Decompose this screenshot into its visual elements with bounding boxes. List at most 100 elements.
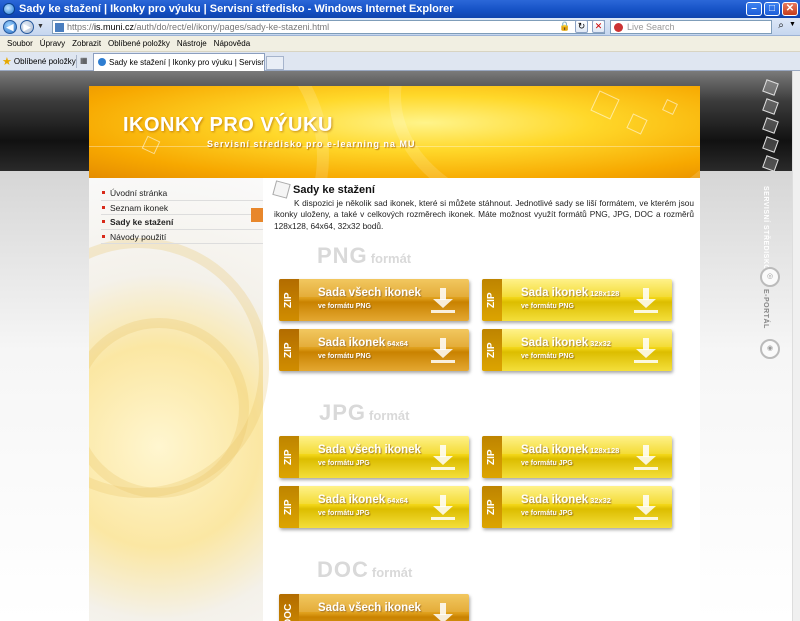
side-link-servisni-stredisko[interactable]: SERVISNÍ STŘEDISKO bbox=[762, 186, 769, 270]
doc-label: DOC bbox=[279, 594, 299, 621]
history-dropdown-icon[interactable]: ▼ bbox=[37, 23, 44, 30]
button-title: Sada všech ikonek bbox=[318, 444, 421, 456]
sidebar-item-navody-pouziti[interactable]: Návody použití bbox=[101, 230, 263, 244]
side-link-eportal[interactable]: E-PORTÁL bbox=[762, 289, 769, 329]
stop-icon[interactable]: ✕ bbox=[592, 20, 605, 33]
zip-label: ZIP bbox=[482, 436, 502, 478]
minimize-button[interactable]: – bbox=[746, 2, 762, 16]
maximize-button[interactable]: □ bbox=[764, 2, 780, 16]
zip-label: ZIP bbox=[279, 436, 299, 478]
button-subtitle: ve formátu JPG bbox=[521, 510, 573, 517]
download-arrow-icon bbox=[632, 338, 660, 364]
download-button-png-64[interactable]: ZIP Sada ikonek 64x64 ve formátu PNG bbox=[279, 329, 469, 371]
zip-label: ZIP bbox=[279, 329, 299, 371]
sidebar-item-seznam-ikonek[interactable]: Seznam ikonek bbox=[101, 201, 263, 215]
favorites-button[interactable]: ★ Oblíbené položky bbox=[2, 55, 76, 68]
new-tab-button[interactable] bbox=[266, 56, 284, 70]
sidebar-nav: Úvodní stránka Seznam ikonek Sady ke sta… bbox=[101, 186, 263, 244]
close-button[interactable]: ✕ bbox=[782, 2, 798, 16]
lock-icon[interactable]: 🔒 bbox=[559, 21, 570, 32]
cube-icon bbox=[761, 155, 779, 172]
button-subtitle: ve formátu PNG bbox=[521, 303, 574, 310]
menu-favorites[interactable]: Oblíbené položky bbox=[108, 39, 170, 48]
download-arrow-icon bbox=[429, 603, 457, 621]
search-input[interactable]: Live Search bbox=[610, 20, 772, 34]
back-arrow-icon[interactable]: ◀ bbox=[3, 19, 17, 34]
download-arrow-icon bbox=[429, 445, 457, 471]
ie-logo-icon bbox=[3, 3, 15, 15]
button-title: Sada ikonek 32x32 bbox=[521, 337, 611, 349]
cube-icon bbox=[761, 79, 779, 96]
menu-file[interactable]: Soubor bbox=[7, 39, 33, 48]
format-heading-doc: DOC formát bbox=[317, 557, 413, 582]
button-subtitle: ve formátu JPG bbox=[318, 510, 370, 517]
download-button-jpg-32[interactable]: ZIP Sada ikonek 32x32 ve formátu JPG bbox=[482, 486, 672, 528]
window-titlebar: Sady ke stažení | Ikonky pro výuku | Ser… bbox=[0, 0, 800, 18]
menu-help[interactable]: Nápověda bbox=[214, 39, 250, 48]
page-title: Sady ke stažení bbox=[293, 183, 375, 196]
download-button-png-128[interactable]: ZIP Sada ikonek 128x128 ve formátu PNG bbox=[482, 279, 672, 321]
page-scrollbar[interactable] bbox=[792, 71, 800, 621]
tab-page-icon bbox=[98, 58, 106, 66]
sidebar-item-sady-ke-stazeni[interactable]: Sady ke stažení bbox=[101, 215, 263, 230]
site-header: IKONKY PRO VÝUKU Servisní středisko pro … bbox=[89, 86, 700, 178]
favorites-label: Oblíbené položky bbox=[13, 57, 76, 66]
menu-bar: Soubor Úpravy Zobrazit Oblíbené položky … bbox=[0, 36, 800, 52]
url-field[interactable]: https://is.muni.cz/auth/do/rect/el/ikony… bbox=[52, 20, 605, 34]
star-icon: ★ bbox=[2, 56, 12, 68]
tab-active[interactable]: Sady ke stažení | Ikonky pro výuku | Ser… bbox=[93, 53, 265, 71]
menu-edit[interactable]: Úpravy bbox=[40, 39, 65, 48]
quick-tabs-icon[interactable]: ▦ bbox=[80, 56, 88, 65]
zip-label: ZIP bbox=[482, 329, 502, 371]
format-heading-png: PNG formát bbox=[317, 243, 412, 268]
download-button-png-all[interactable]: ZIP Sada všech ikonek ve formátu PNG bbox=[279, 279, 469, 321]
cube-icon bbox=[761, 117, 779, 134]
divider bbox=[76, 55, 77, 68]
button-title: Sada ikonek 32x32 bbox=[521, 494, 611, 506]
url-text: https://is.muni.cz/auth/do/rect/el/ikony… bbox=[67, 22, 330, 32]
zip-label: ZIP bbox=[482, 279, 502, 321]
tab-title: Sady ke stažení | Ikonky pro výuku | Ser… bbox=[109, 58, 264, 67]
tabs-bar: ★ Oblíbené položky ▦ Sady ke stažení | I… bbox=[0, 52, 800, 71]
button-subtitle: ve formátu PNG bbox=[318, 303, 371, 310]
site-container: IKONKY PRO VÝUKU Servisní středisko pro … bbox=[89, 86, 700, 621]
page-icon bbox=[55, 22, 64, 32]
site-subtitle: Servisní středisko pro e-learning na MU bbox=[207, 139, 416, 149]
button-title: Sada všech ikonek bbox=[318, 602, 421, 614]
search-dropdown-icon[interactable]: ▼ bbox=[789, 21, 796, 28]
button-title: Sada všech ikonek bbox=[318, 287, 421, 299]
menu-view[interactable]: Zobrazit bbox=[72, 39, 101, 48]
menu-tools[interactable]: Nástroje bbox=[177, 39, 207, 48]
download-arrow-icon bbox=[429, 495, 457, 521]
eportal-icon[interactable]: ◉ bbox=[760, 339, 780, 359]
site-title[interactable]: IKONKY PRO VÝUKU bbox=[123, 114, 333, 137]
main-content: Sady ke stažení K dispozici je několik s… bbox=[272, 180, 694, 232]
sidebar-item-uvodni-stranka[interactable]: Úvodní stránka bbox=[101, 186, 263, 201]
right-cube-strip bbox=[755, 79, 785, 176]
address-bar: ◀ ▶ ▼ https://is.muni.cz/auth/do/rect/el… bbox=[0, 18, 800, 36]
button-subtitle: ve formátu PNG bbox=[521, 353, 574, 360]
page-heading-icon bbox=[272, 180, 291, 199]
zip-label: ZIP bbox=[279, 279, 299, 321]
download-button-png-32[interactable]: ZIP Sada ikonek 32x32 ve formátu PNG bbox=[482, 329, 672, 371]
intro-text: K dispozici je několik sad ikonek, které… bbox=[274, 198, 694, 231]
download-arrow-icon bbox=[429, 288, 457, 314]
download-button-jpg-64[interactable]: ZIP Sada ikonek 64x64 ve formátu JPG bbox=[279, 486, 469, 528]
button-title: Sada ikonek 64x64 bbox=[318, 337, 408, 349]
sidebar: Úvodní stránka Seznam ikonek Sady ke sta… bbox=[89, 178, 269, 621]
button-subtitle: ve formátu JPG bbox=[318, 460, 370, 467]
format-heading-jpg: JPG formát bbox=[319, 400, 410, 425]
refresh-icon[interactable]: ↻ bbox=[575, 20, 588, 33]
forward-arrow-icon[interactable]: ▶ bbox=[20, 19, 34, 34]
button-title: Sada ikonek 64x64 bbox=[318, 494, 408, 506]
download-button-doc-all[interactable]: DOC Sada všech ikonek bbox=[279, 594, 469, 621]
servisni-stredisko-icon[interactable]: ◎ bbox=[760, 267, 780, 287]
cube-icon bbox=[761, 136, 779, 153]
download-button-jpg-all[interactable]: ZIP Sada všech ikonek ve formátu JPG bbox=[279, 436, 469, 478]
cube-icon bbox=[761, 98, 779, 115]
window-title: Sady ke stažení | Ikonky pro výuku | Ser… bbox=[19, 3, 454, 15]
search-icon[interactable]: ⌕ bbox=[774, 20, 788, 34]
download-arrow-icon bbox=[429, 338, 457, 364]
download-button-jpg-128[interactable]: ZIP Sada ikonek 128x128 ve formátu JPG bbox=[482, 436, 672, 478]
zip-label: ZIP bbox=[279, 486, 299, 528]
